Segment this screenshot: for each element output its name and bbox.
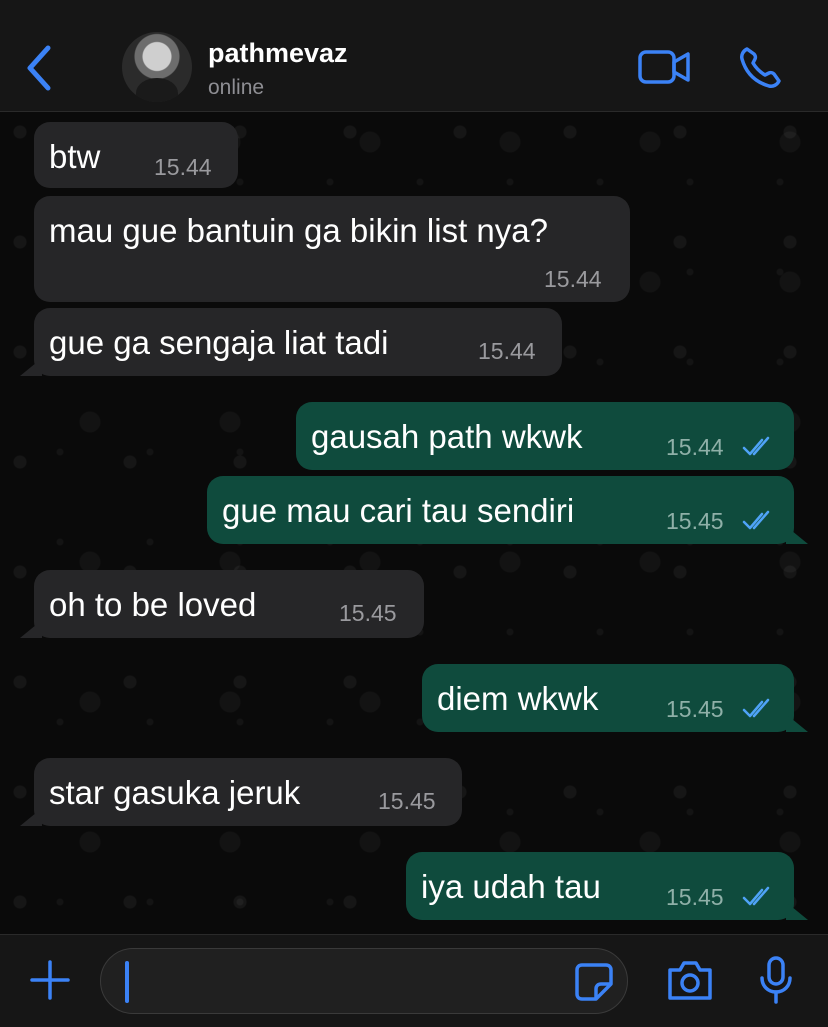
- message-text: btw: [49, 138, 101, 175]
- text-cursor: [125, 961, 129, 1003]
- message-time: 15.45: [666, 884, 724, 910]
- sticker-icon[interactable]: [574, 962, 614, 1002]
- bubble-tail: [786, 902, 808, 920]
- message-time: 15.45: [339, 600, 397, 626]
- message-text: gue ga sengaja liat tadi: [49, 324, 389, 361]
- avatar[interactable]: [122, 32, 192, 102]
- message-text: diem wkwk: [437, 680, 599, 717]
- message-text: iya udah tau: [421, 868, 601, 905]
- plus-icon[interactable]: [30, 960, 70, 1000]
- chevron-left-icon[interactable]: [20, 42, 60, 94]
- chat-header: pathmevaz online: [0, 0, 828, 112]
- message-incoming[interactable]: btw 15.44: [34, 122, 238, 188]
- microphone-icon[interactable]: [758, 956, 794, 1004]
- message-text: gausah path wkwk: [311, 418, 583, 455]
- message-time: 15.45: [378, 788, 436, 814]
- message-outgoing[interactable]: gue mau cari tau sendiri 15.45: [207, 476, 808, 544]
- message-text: mau gue bantuin ga bikin list nya?: [49, 212, 548, 249]
- message-time: 15.44: [154, 154, 212, 180]
- message-text: gue mau cari tau sendiri: [222, 492, 575, 529]
- message-time: 15.44: [478, 338, 536, 364]
- contact-name[interactable]: pathmevaz: [208, 38, 348, 69]
- message-time: 15.44: [544, 266, 602, 292]
- camera-icon[interactable]: [666, 958, 714, 1002]
- bubble-tail: [786, 714, 808, 732]
- message-outgoing[interactable]: gausah path wkwk 15.44: [296, 402, 794, 470]
- bubble-tail: [786, 526, 808, 544]
- read-receipt-icon: [742, 698, 770, 718]
- read-receipt-icon: [742, 886, 770, 906]
- read-receipt-icon: [742, 510, 770, 530]
- contact-status: online: [208, 76, 265, 99]
- message-outgoing[interactable]: diem wkwk 15.45: [422, 664, 808, 732]
- message-incoming[interactable]: gue ga sengaja liat tadi 15.44: [20, 308, 562, 376]
- video-camera-icon[interactable]: [638, 48, 690, 86]
- bubble-tail: [20, 808, 42, 826]
- read-receipt-icon: [742, 436, 770, 456]
- message-time: 15.45: [666, 696, 724, 722]
- bubble-tail: [20, 620, 42, 638]
- message-text: star gasuka jeruk: [49, 774, 301, 811]
- message-time: 15.44: [666, 434, 724, 460]
- message-incoming[interactable]: star gasuka jeruk 15.45: [20, 758, 462, 826]
- message-input[interactable]: [100, 948, 628, 1014]
- bubble-tail: [20, 358, 42, 376]
- phone-icon[interactable]: [738, 46, 782, 90]
- message-incoming[interactable]: oh to be loved 15.45: [20, 570, 424, 638]
- chat-area[interactable]: btw 15.44 mau gue bantuin ga bikin list …: [0, 112, 828, 934]
- message-time: 15.45: [666, 508, 724, 534]
- message-incoming[interactable]: mau gue bantuin ga bikin list nya? 15.44: [34, 196, 630, 302]
- message-outgoing[interactable]: iya udah tau 15.45: [406, 852, 808, 920]
- message-text: oh to be loved: [49, 586, 257, 623]
